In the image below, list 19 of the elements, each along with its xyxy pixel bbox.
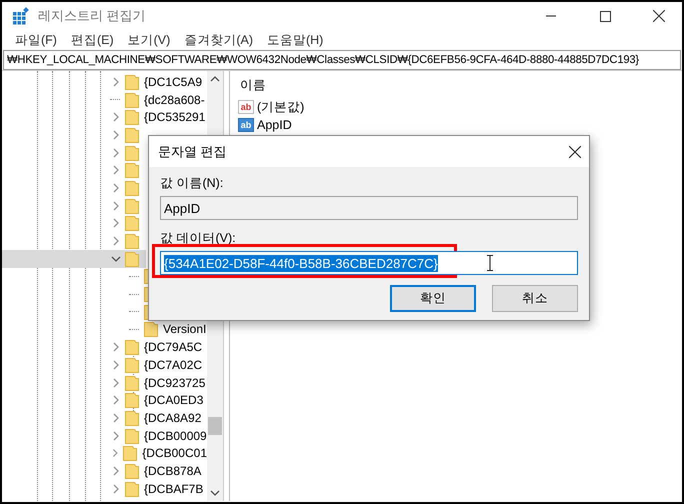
key-name: {DCBAF7B bbox=[144, 482, 204, 496]
key-name: {DCB00C01 bbox=[142, 446, 207, 460]
key-name: {DCA0ED3 bbox=[144, 393, 204, 408]
key-name: {dc28a608- bbox=[144, 92, 205, 107]
key-name: {DC535291 bbox=[144, 110, 206, 124]
key-name: {DCB00009 bbox=[144, 428, 207, 443]
key-name: VersionI bbox=[163, 322, 206, 336]
window-title: 레지스트리 편집기 bbox=[38, 7, 147, 25]
field-label: 값 이름(N): bbox=[160, 175, 224, 192]
field-label: 값 데이터(V): bbox=[160, 230, 237, 247]
dialog-title: 문자열 편집 bbox=[158, 142, 227, 160]
key-name: {DC923725 bbox=[144, 376, 206, 390]
key-name: {DC7A02C bbox=[144, 358, 202, 372]
key-name: {DC1C5A9 bbox=[144, 74, 202, 89]
key-name: {DCB878A bbox=[144, 464, 202, 478]
string-value-icon: ab bbox=[238, 100, 254, 114]
key-name: {DCA8A92 bbox=[144, 410, 202, 425]
key-name: {DC79A5C bbox=[144, 340, 202, 354]
string-value-icon: ab bbox=[238, 118, 254, 132]
